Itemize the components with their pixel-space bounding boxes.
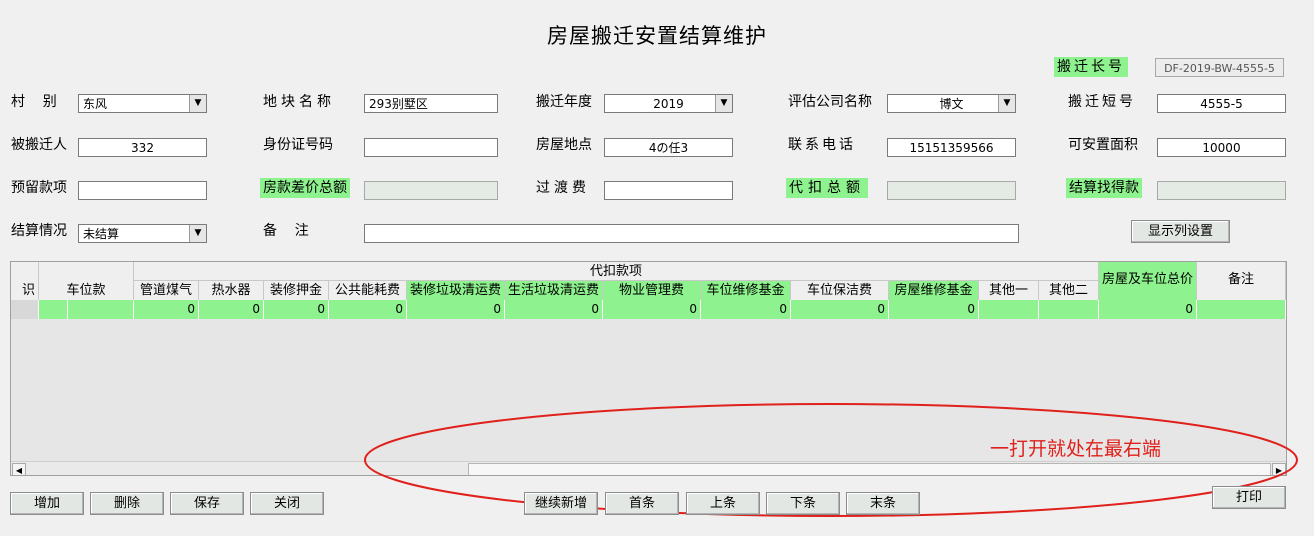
last-record-button[interactable]: 末条: [846, 492, 920, 515]
cell-3[interactable]: 0: [199, 300, 264, 319]
col-header-11[interactable]: 房屋维修基金: [889, 281, 979, 300]
col-header-13[interactable]: 其他二: [1039, 281, 1099, 300]
transition-label: 过渡费: [536, 180, 590, 196]
col-header-10[interactable]: 车位保洁费: [791, 281, 889, 300]
cell-12[interactable]: [979, 300, 1039, 319]
long-no-field[interactable]: DF-2019-BW-4555-5: [1155, 58, 1284, 77]
phone-label: 联系电话: [788, 137, 856, 153]
chevron-down-icon[interactable]: ▼: [998, 95, 1015, 112]
cell-1[interactable]: [68, 300, 134, 319]
cell-6[interactable]: 0: [407, 300, 505, 319]
village-label: 村 别: [11, 94, 57, 110]
col-header-4[interactable]: 装修押金: [264, 281, 329, 300]
scroll-left-icon[interactable]: ◀: [12, 463, 26, 475]
col-header-7[interactable]: 生活垃圾清运费: [505, 281, 603, 300]
diff-field[interactable]: [364, 181, 498, 200]
print-button[interactable]: 打印: [1212, 486, 1286, 509]
deduct-label: 代扣总额: [786, 178, 868, 198]
next-record-button[interactable]: 下条: [766, 492, 840, 515]
first-record-button[interactable]: 首条: [605, 492, 679, 515]
area-field[interactable]: 10000: [1157, 138, 1286, 157]
status-select[interactable]: 未结算 ▼: [78, 224, 207, 243]
cell-7[interactable]: 0: [505, 300, 603, 319]
cell-14[interactable]: 0: [1099, 300, 1197, 319]
chevron-down-icon[interactable]: ▼: [715, 95, 732, 112]
close-button[interactable]: 关闭: [250, 492, 324, 515]
save-button[interactable]: 保存: [170, 492, 244, 515]
col-header-8[interactable]: 物业管理费: [603, 281, 701, 300]
chevron-down-icon[interactable]: ▼: [189, 95, 206, 112]
deduct-field[interactable]: [887, 181, 1016, 200]
col-header-3[interactable]: 热水器: [199, 281, 264, 300]
plot-label: 地块名称: [263, 94, 335, 110]
cell-11[interactable]: 0: [889, 300, 979, 319]
cell-15[interactable]: [1197, 300, 1286, 319]
prev-record-button[interactable]: 上条: [686, 492, 760, 515]
cell-4[interactable]: 0: [264, 300, 329, 319]
settle-amount-label: 结算找得款: [1066, 178, 1142, 198]
cell-8[interactable]: 0: [603, 300, 701, 319]
col-header-6[interactable]: 装修垃圾清运费: [407, 281, 505, 300]
relocatee-field[interactable]: 332: [78, 138, 207, 157]
short-no-field[interactable]: 4555-5: [1157, 94, 1286, 113]
phone-field[interactable]: 15151359566: [887, 138, 1016, 157]
col-header-1[interactable]: 车位款: [39, 281, 134, 300]
idcard-field[interactable]: [364, 138, 498, 157]
long-no-label: 搬迁长号: [1054, 57, 1128, 77]
column-settings-button[interactable]: 显示列设置: [1131, 220, 1230, 243]
area-label: 可安置面积: [1068, 137, 1138, 153]
appraiser-label: 评估公司名称: [788, 94, 872, 110]
diff-label: 房款差价总额: [260, 178, 350, 198]
delete-button[interactable]: 删除: [90, 492, 164, 515]
col-header-12[interactable]: 其他一: [979, 281, 1039, 300]
village-select[interactable]: 东风 ▼: [78, 94, 207, 113]
chevron-down-icon[interactable]: ▼: [189, 225, 206, 242]
grid-header-blank: [39, 262, 134, 281]
group-header-deductions: 代扣款项: [134, 262, 1099, 281]
remarks-field[interactable]: [364, 224, 1019, 243]
location-field[interactable]: 4の任3: [604, 138, 733, 157]
cell-13[interactable]: [1039, 300, 1099, 319]
reserved-label: 预留款项: [11, 180, 67, 196]
row-selector[interactable]: [11, 300, 39, 319]
add-button[interactable]: 增加: [10, 492, 84, 515]
status-label: 结算情况: [11, 223, 67, 239]
annotation-text: 一打开就处在最右端: [990, 438, 1162, 460]
relocatee-label: 被搬迁人: [11, 137, 67, 153]
location-label: 房屋地点: [536, 137, 592, 153]
grid-corner-header: [: [11, 262, 39, 281]
col-header-5[interactable]: 公共能耗费: [329, 281, 407, 300]
col-header-14[interactable]: 房屋及车位总价: [1099, 262, 1197, 300]
reserved-field[interactable]: [78, 181, 207, 200]
col-header-0[interactable]: 识: [11, 281, 39, 300]
remarks-label: 备 注: [263, 223, 309, 239]
appraiser-select[interactable]: 博文 ▼: [887, 94, 1016, 113]
appraiser-value: 博文: [939, 97, 964, 111]
plot-field[interactable]: 293别墅区: [364, 94, 498, 113]
village-value: 东风: [83, 97, 108, 111]
col-header-15[interactable]: 备注: [1197, 262, 1286, 300]
cell-0[interactable]: [39, 300, 68, 319]
col-header-2[interactable]: 管道煤气: [134, 281, 199, 300]
cell-10[interactable]: 0: [791, 300, 889, 319]
page-title: 房屋搬迁安置结算维护: [547, 24, 767, 48]
short-no-label: 搬迁短号: [1068, 94, 1136, 110]
continue-add-button[interactable]: 继续新增: [524, 492, 598, 515]
cell-5[interactable]: 0: [329, 300, 407, 319]
cell-9[interactable]: 0: [701, 300, 791, 319]
transition-field[interactable]: [604, 181, 733, 200]
year-label: 搬迁年度: [536, 94, 592, 110]
cell-2[interactable]: 0: [134, 300, 199, 319]
idcard-label: 身份证号码: [263, 137, 333, 153]
col-header-9[interactable]: 车位维修基金: [701, 281, 791, 300]
status-value: 未结算: [83, 227, 120, 241]
settle-amount-field[interactable]: [1157, 181, 1286, 200]
year-value: 2019: [653, 97, 684, 111]
year-select[interactable]: 2019 ▼: [604, 94, 733, 113]
